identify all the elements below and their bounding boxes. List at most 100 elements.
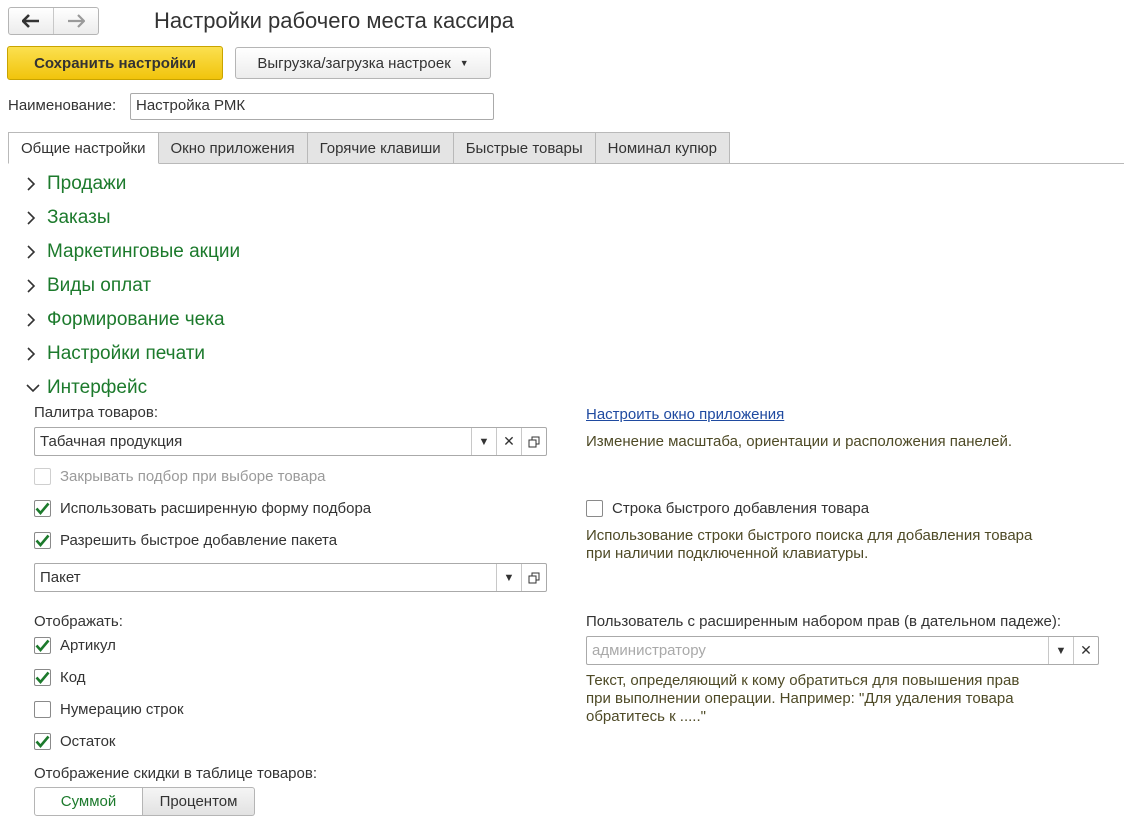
section-interface-label: Интерфейс (47, 377, 148, 398)
checkbox-box (34, 701, 51, 718)
tab-general[interactable]: Общие настройки (8, 132, 159, 164)
quick-package-label: Разрешить быстрое добавление пакета (60, 532, 338, 549)
display-row-numbers-checkbox[interactable]: Нумерацию строк (34, 701, 184, 718)
arrow-left-icon (22, 14, 39, 28)
export-import-label: Выгрузка/загрузка настроек (257, 54, 451, 72)
section-receipt-label: Формирование чека (47, 309, 225, 330)
display-code-label: Код (60, 669, 86, 686)
checkbox-box (34, 468, 51, 485)
export-import-button[interactable]: Выгрузка/загрузка настроек ▼ (235, 47, 491, 79)
section-orders-label: Заказы (47, 207, 111, 228)
palette-label: Палитра товаров: (34, 404, 158, 421)
window-title: Настройки рабочего места кассира (154, 8, 515, 33)
section-marketing[interactable]: Маркетинговые акции (26, 241, 240, 263)
discount-display-label: Отображение скидки в таблице товаров: (34, 765, 318, 782)
display-code-checkbox[interactable]: Код (34, 669, 86, 686)
checkbox-box (34, 733, 51, 750)
tab-denominations[interactable]: Номинал купюр (594, 132, 730, 164)
open-window-icon (528, 572, 540, 583)
configure-window-hint: Изменение масштаба, ориентации и располо… (586, 433, 1013, 450)
palette-value: Табачная продукция (40, 433, 183, 450)
name-input[interactable]: Настройка РМК (130, 93, 494, 120)
dropdown-arrow-icon: ▼ (459, 58, 469, 68)
dropdown-arrow-icon: ▼ (503, 571, 515, 584)
close-icon: ✕ (503, 433, 515, 449)
chevron-right-icon (26, 313, 44, 327)
discount-by-percent-option[interactable]: Процентом (143, 787, 255, 816)
close-pick-checkbox[interactable]: Закрывать подбор при выборе товара (34, 468, 326, 485)
tab-hotkeys[interactable]: Горячие клавиши (306, 132, 454, 164)
display-article-checkbox[interactable]: Артикул (34, 637, 116, 654)
extended-form-label: Использовать расширенную форму подбора (60, 500, 372, 517)
checkbox-box (586, 500, 603, 517)
display-stock-label: Остаток (60, 733, 116, 750)
chevron-right-icon (26, 279, 44, 293)
navigation-buttons (8, 7, 99, 35)
chevron-down-icon (26, 383, 44, 393)
section-print-label: Настройки печати (47, 343, 206, 364)
display-label: Отображать: (34, 613, 123, 630)
palette-open-button[interactable] (521, 428, 546, 455)
extended-form-checkbox[interactable]: Использовать расширенную форму подбора (34, 500, 371, 517)
name-label: Наименование: (8, 97, 117, 114)
back-button[interactable] (9, 8, 53, 34)
section-interface[interactable]: Интерфейс (26, 377, 147, 399)
tab-app-window[interactable]: Окно приложения (157, 132, 308, 164)
display-row-numbers-label: Нумерацию строк (60, 701, 184, 718)
tab-quick-goods[interactable]: Быстрые товары (452, 132, 596, 164)
package-value: Пакет (40, 569, 81, 586)
discount-by-sum-option[interactable]: Суммой (34, 787, 143, 816)
section-sales[interactable]: Продажи (26, 173, 126, 195)
checkbox-box (34, 637, 51, 654)
chevron-right-icon (26, 177, 44, 191)
tab-bar: Общие настройки Окно приложения Горячие … (8, 132, 730, 164)
section-print[interactable]: Настройки печати (26, 343, 205, 365)
package-open-button[interactable] (521, 564, 546, 591)
quick-package-checkbox[interactable]: Разрешить быстрое добавление пакета (34, 532, 337, 549)
palette-dropdown-button[interactable]: ▼ (471, 428, 496, 455)
checkbox-box (34, 532, 51, 549)
discount-display-toggle: Суммой Процентом (34, 787, 255, 816)
palette-clear-button[interactable]: ✕ (496, 428, 521, 455)
package-dropdown-button[interactable]: ▼ (496, 564, 521, 591)
display-article-label: Артикул (60, 637, 116, 654)
checkmark-icon (35, 639, 50, 652)
dropdown-arrow-icon: ▼ (478, 435, 490, 448)
section-payment-types[interactable]: Виды оплат (26, 275, 151, 297)
checkbox-box (34, 500, 51, 517)
close-icon: ✕ (1080, 642, 1092, 658)
section-receipt[interactable]: Формирование чека (26, 309, 225, 331)
checkmark-icon (35, 735, 50, 748)
chevron-right-icon (26, 347, 44, 361)
section-payment-types-label: Виды оплат (47, 275, 152, 296)
rights-hint-line-3: обратитесь к ....." (586, 708, 706, 725)
package-select[interactable]: Пакет ▼ (34, 563, 547, 592)
dropdown-arrow-icon: ▼ (1055, 644, 1067, 657)
checkbox-box (34, 669, 51, 686)
quick-add-hint-line-2: при наличии подключенной клавиатуры. (586, 545, 869, 562)
rights-clear-button[interactable]: ✕ (1073, 637, 1098, 664)
rights-user-select[interactable]: администратору ▼ ✕ (586, 636, 1099, 665)
quick-add-hint-line-1: Использование строки быстрого поиска для… (586, 527, 1033, 544)
save-settings-label: Сохранить настройки (34, 54, 196, 72)
save-settings-button[interactable]: Сохранить настройки (7, 46, 223, 80)
rights-hint-line-2: при выполнении операции. Например: "Для … (586, 690, 1014, 707)
chevron-right-icon (26, 245, 44, 259)
quick-add-row-checkbox[interactable]: Строка быстрого добавления товара (586, 500, 869, 517)
section-orders[interactable]: Заказы (26, 207, 111, 229)
rights-user-label: Пользователь с расширенным набором прав … (586, 613, 1061, 630)
checkmark-icon (35, 502, 50, 515)
rights-dropdown-button[interactable]: ▼ (1048, 637, 1073, 664)
rights-hint-line-1: Текст, определяющий к кому обратиться дл… (586, 672, 1020, 689)
checkmark-icon (35, 534, 50, 547)
configure-window-link[interactable]: Настроить окно приложения (586, 406, 784, 423)
arrow-right-icon (68, 14, 85, 28)
section-marketing-label: Маркетинговые акции (47, 241, 241, 262)
chevron-right-icon (26, 211, 44, 225)
close-pick-label: Закрывать подбор при выборе товара (60, 468, 326, 485)
forward-button[interactable] (53, 8, 98, 34)
display-stock-checkbox[interactable]: Остаток (34, 733, 116, 750)
section-sales-label: Продажи (47, 173, 127, 194)
palette-select[interactable]: Табачная продукция ▼ ✕ (34, 427, 547, 456)
checkmark-icon (35, 671, 50, 684)
